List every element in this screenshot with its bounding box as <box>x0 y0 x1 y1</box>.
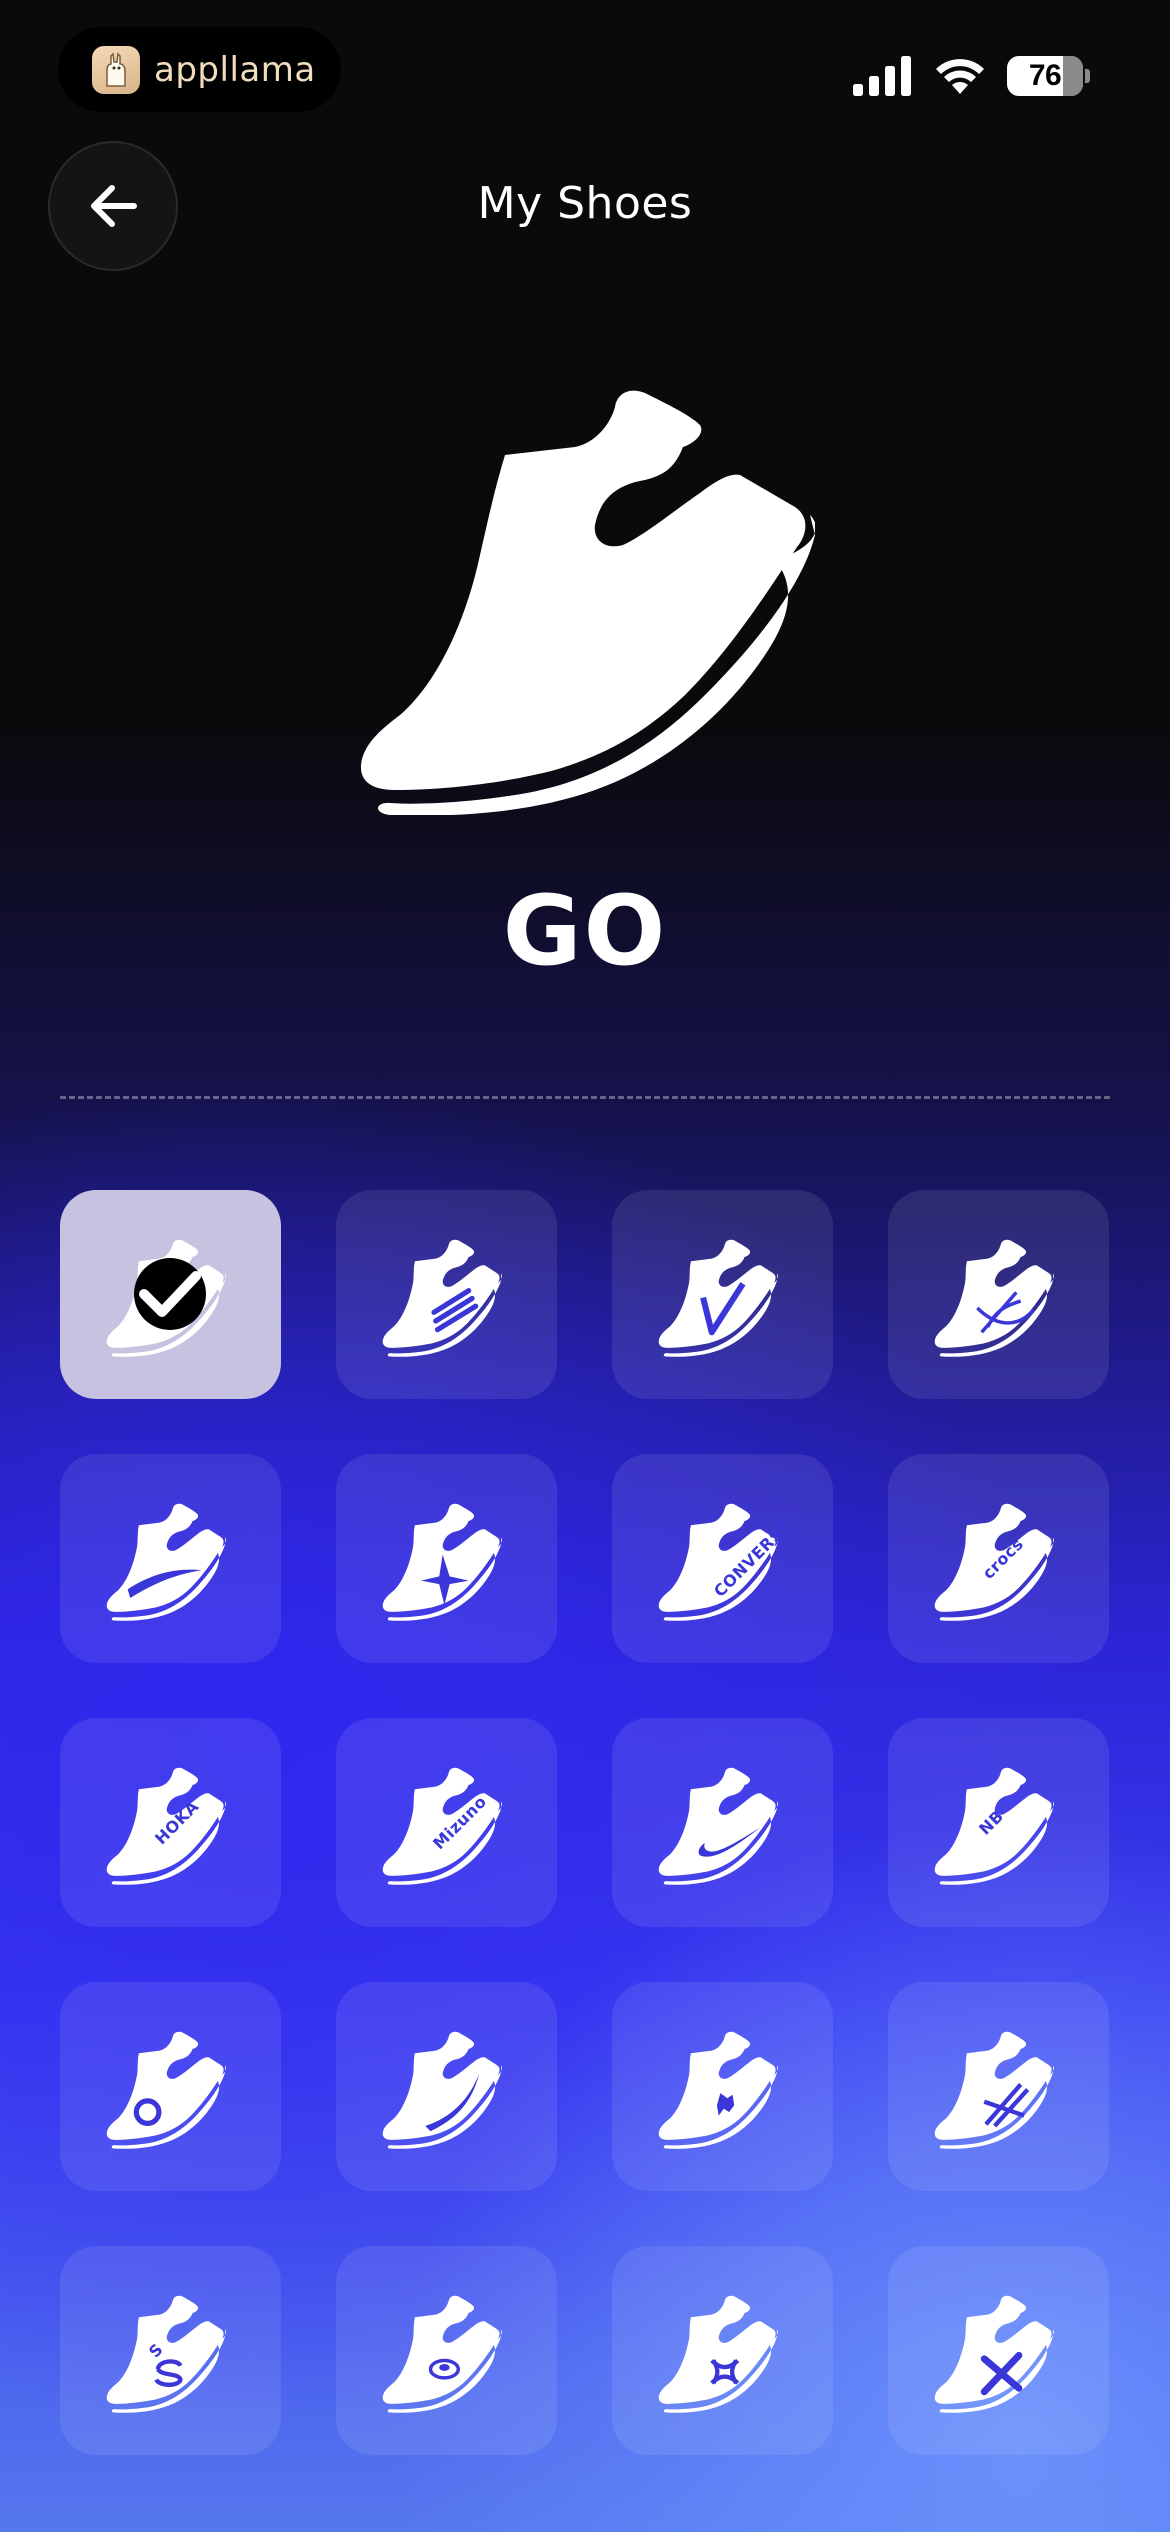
skechers-s-shoe-icon <box>106 2295 226 2413</box>
on-running-shoe-icon <box>106 2031 226 2149</box>
shoe-option-crocs[interactable]: crocs <box>888 1454 1109 1663</box>
puma-stripe-shoe-icon <box>382 2031 502 2149</box>
converse-star-shoe-icon <box>658 1503 778 1621</box>
battery-icon: 76 <box>1007 56 1090 96</box>
shoe-option-on[interactable] <box>60 1982 281 2191</box>
reebok-vector-shoe-icon <box>934 2031 1054 2149</box>
polo-horse-shoe-icon <box>658 2031 778 2149</box>
shoe-option-go[interactable] <box>60 1190 281 1399</box>
shoe-option-new-balance[interactable]: NB <box>888 1718 1109 1927</box>
running-shoe-icon <box>360 390 815 815</box>
v-stripe-shoe-icon <box>658 1239 778 1357</box>
selected-shoe-name: GO <box>502 875 668 987</box>
saucony-shoe-icon <box>382 2295 502 2413</box>
shoe-option-hoka[interactable]: HOKA <box>60 1718 281 1927</box>
cellular-signal-icon <box>853 56 911 96</box>
shoe-option-brooks[interactable] <box>60 1454 281 1663</box>
page-title: My Shoes <box>477 178 693 229</box>
status-bar: appllama 76 <box>0 0 1170 130</box>
app-name: appllama <box>154 49 316 90</box>
status-indicators: 76 <box>853 52 1090 100</box>
shoe-grid: CONVERSE crocs HOKA Mizuno NB S <box>60 1190 1110 2455</box>
shoe-option-saucony[interactable] <box>336 2246 557 2455</box>
battery-level: 76 <box>1028 59 1062 92</box>
x-logo-shoe-icon <box>934 2295 1054 2413</box>
shoe-option-asics[interactable] <box>888 1190 1109 1399</box>
shoe-option-polo[interactable] <box>612 1982 833 2191</box>
shoe-option-star[interactable] <box>336 1454 557 1663</box>
selected-check-icon <box>134 1258 206 1330</box>
nike-swoosh-shoe-icon <box>658 1767 778 1885</box>
shoe-option-puma[interactable] <box>336 1982 557 2191</box>
shoe-option-converse[interactable]: CONVERSE <box>612 1454 833 1663</box>
shoe-option-nike[interactable] <box>612 1718 833 1927</box>
asics-stripes-shoe-icon <box>934 1239 1054 1357</box>
star-shoe-icon <box>382 1503 502 1621</box>
brooks-swoosh-shoe-icon <box>106 1503 226 1621</box>
shoe-option-under-armour[interactable] <box>612 2246 833 2455</box>
divider <box>60 1096 1110 1099</box>
shoe-option-v-stripe[interactable] <box>612 1190 833 1399</box>
shoe-option-skechers[interactable]: S <box>60 2246 281 2455</box>
shoe-option-x-logo[interactable] <box>888 2246 1109 2455</box>
under-armour-shoe-icon <box>658 2295 778 2413</box>
shoe-option-reebok[interactable] <box>888 1982 1109 2191</box>
shoe-option-adidas[interactable] <box>336 1190 557 1399</box>
wifi-icon <box>936 59 984 94</box>
shoe-option-mizuno[interactable]: Mizuno <box>336 1718 557 1927</box>
llama-logo-icon <box>92 45 140 94</box>
three-stripes-shoe-icon <box>382 1239 502 1357</box>
app-indicator-pill[interactable]: appllama <box>58 27 341 112</box>
